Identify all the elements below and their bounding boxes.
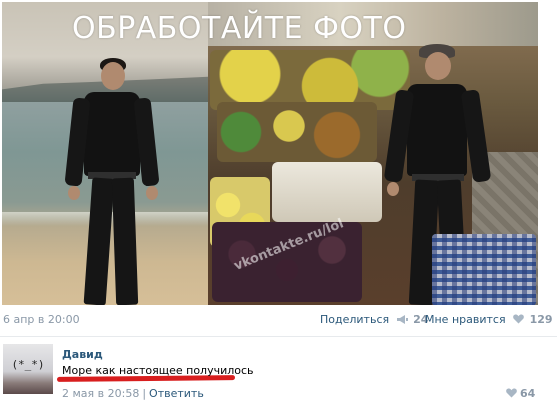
- divider: [0, 336, 557, 337]
- like-count: 129: [529, 313, 553, 326]
- share-label: Поделиться: [320, 313, 390, 326]
- megaphone-icon: [396, 315, 408, 324]
- post-date[interactable]: 6 апр в 20:00: [3, 313, 80, 326]
- comment-like-count: 64: [520, 387, 536, 400]
- comment: (*_*) Давид Море как настоящее получилос…: [0, 341, 557, 411]
- melon-stall: [217, 102, 377, 162]
- separator: |: [142, 387, 147, 400]
- comment-date[interactable]: 2 мая в 20:58: [62, 387, 139, 400]
- comment-footer: 2 мая в 20:58 | Ответить: [62, 387, 204, 400]
- like-button[interactable]: Мне нравится 129: [425, 313, 553, 326]
- avatar[interactable]: (*_*): [3, 344, 53, 394]
- fruit-stall: [210, 50, 410, 110]
- person-beach: [62, 58, 162, 305]
- comment-author[interactable]: Давид: [62, 348, 103, 361]
- avatar-image: (*_*): [11, 358, 45, 371]
- post-meta: 6 апр в 20:00 Поделиться 24 Мне нравится…: [0, 312, 557, 328]
- share-button[interactable]: Поделиться 24: [320, 313, 428, 326]
- post-photo[interactable]: ОБРАБОТАЙТЕ ФОТО vkontakte.ru/lol: [2, 2, 538, 305]
- heart-icon: [513, 314, 524, 324]
- comment-like-button[interactable]: 64: [506, 387, 535, 400]
- comment-text: Море как настоящее получилось: [62, 364, 254, 377]
- heart-icon: [506, 388, 517, 398]
- like-label: Мне нравится: [425, 313, 506, 326]
- photo-caption: ОБРАБОТАЙТЕ ФОТО: [72, 11, 407, 46]
- reply-button[interactable]: Ответить: [149, 387, 204, 400]
- shopping-bag-pattern: [432, 234, 536, 305]
